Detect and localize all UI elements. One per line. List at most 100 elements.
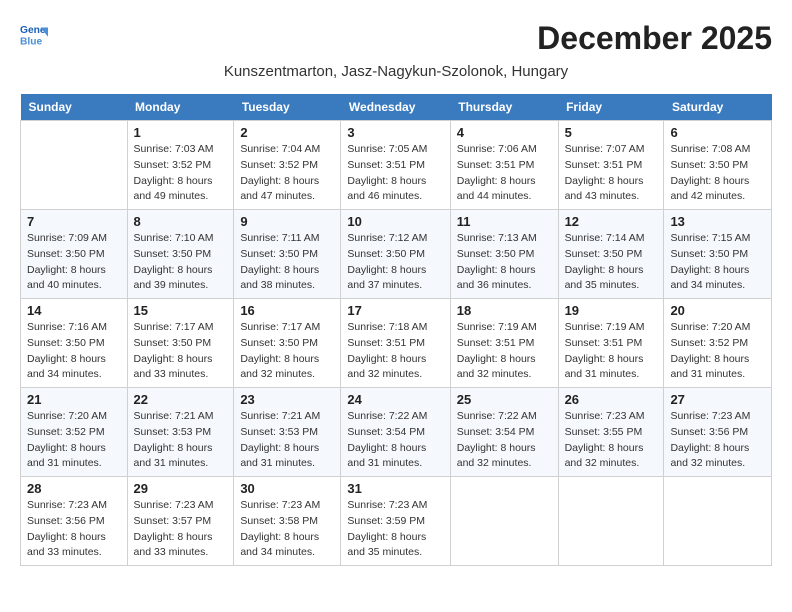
daylight-text-line2: and 49 minutes. <box>134 189 228 205</box>
day-info: Sunrise: 7:23 AMSunset: 3:58 PMDaylight:… <box>240 498 334 561</box>
sunset-text: Sunset: 3:54 PM <box>347 425 443 441</box>
sunset-text: Sunset: 3:53 PM <box>240 425 334 441</box>
daylight-text-line2: and 35 minutes. <box>565 278 658 294</box>
day-info: Sunrise: 7:20 AMSunset: 3:52 PMDaylight:… <box>670 320 765 383</box>
logo-icon: General Blue <box>20 20 48 48</box>
sunset-text: Sunset: 3:50 PM <box>240 247 334 263</box>
daylight-text-line1: Daylight: 8 hours <box>134 174 228 190</box>
daylight-text-line1: Daylight: 8 hours <box>134 441 228 457</box>
sunrise-text: Sunrise: 7:12 AM <box>347 231 443 247</box>
calendar-cell: 2Sunrise: 7:04 AMSunset: 3:52 PMDaylight… <box>234 121 341 210</box>
sunset-text: Sunset: 3:54 PM <box>457 425 552 441</box>
daylight-text-line2: and 31 minutes. <box>347 456 443 472</box>
weekday-header: Wednesday <box>341 94 450 121</box>
daylight-text-line2: and 42 minutes. <box>670 189 765 205</box>
daylight-text-line2: and 44 minutes. <box>457 189 552 205</box>
day-number: 15 <box>134 303 228 318</box>
sunrise-text: Sunrise: 7:23 AM <box>27 498 121 514</box>
daylight-text-line2: and 35 minutes. <box>347 545 443 561</box>
sunrise-text: Sunrise: 7:16 AM <box>27 320 121 336</box>
calendar-cell: 28Sunrise: 7:23 AMSunset: 3:56 PMDayligh… <box>21 477 128 566</box>
day-info: Sunrise: 7:22 AMSunset: 3:54 PMDaylight:… <box>347 409 443 472</box>
daylight-text-line2: and 34 minutes. <box>27 367 121 383</box>
calendar-cell: 1Sunrise: 7:03 AMSunset: 3:52 PMDaylight… <box>127 121 234 210</box>
sunset-text: Sunset: 3:51 PM <box>457 336 552 352</box>
daylight-text-line2: and 33 minutes. <box>134 367 228 383</box>
day-number: 26 <box>565 392 658 407</box>
sunset-text: Sunset: 3:51 PM <box>457 158 552 174</box>
sunrise-text: Sunrise: 7:19 AM <box>457 320 552 336</box>
day-info: Sunrise: 7:13 AMSunset: 3:50 PMDaylight:… <box>457 231 552 294</box>
sunset-text: Sunset: 3:56 PM <box>27 514 121 530</box>
calendar-cell <box>21 121 128 210</box>
sunrise-text: Sunrise: 7:21 AM <box>240 409 334 425</box>
calendar-cell <box>664 477 772 566</box>
calendar-table: SundayMondayTuesdayWednesdayThursdayFrid… <box>20 94 772 566</box>
calendar-cell: 14 Sunrise: 7:16 AMSunset: 3:50 PMDayligh… <box>21 299 128 388</box>
daylight-text-line1: Daylight: 8 hours <box>457 352 552 368</box>
daylight-text-line1: Daylight: 8 hours <box>565 352 658 368</box>
daylight-text-line2: and 43 minutes. <box>565 189 658 205</box>
daylight-text-line1: Daylight: 8 hours <box>27 530 121 546</box>
daylight-text-line1: Daylight: 8 hours <box>347 352 443 368</box>
day-number: 18 <box>457 303 552 318</box>
sunrise-text: Sunrise: 7:17 AM <box>240 320 334 336</box>
day-info: Sunrise: 7:14 AMSunset: 3:50 PMDaylight:… <box>565 231 658 294</box>
calendar-cell: 26Sunrise: 7:23 AMSunset: 3:55 PMDayligh… <box>558 388 664 477</box>
sunset-text: Sunset: 3:50 PM <box>670 247 765 263</box>
day-number: 2 <box>240 125 334 140</box>
calendar-cell <box>558 477 664 566</box>
daylight-text-line2: and 31 minutes. <box>670 367 765 383</box>
daylight-text-line2: and 31 minutes. <box>27 456 121 472</box>
daylight-text-line2: and 31 minutes. <box>134 456 228 472</box>
sunrise-text: Sunrise: 7:23 AM <box>565 409 658 425</box>
day-info: Sunrise: 7:22 AMSunset: 3:54 PMDaylight:… <box>457 409 552 472</box>
daylight-text-line1: Daylight: 8 hours <box>27 263 121 279</box>
calendar-cell: 6Sunrise: 7:08 AMSunset: 3:50 PMDaylight… <box>664 121 772 210</box>
sunrise-text: Sunrise: 7:23 AM <box>134 498 228 514</box>
calendar-cell: 21Sunrise: 7:20 AMSunset: 3:52 PMDayligh… <box>21 388 128 477</box>
daylight-text-line1: Daylight: 8 hours <box>134 263 228 279</box>
sunset-text: Sunset: 3:50 PM <box>347 247 443 263</box>
daylight-text-line2: and 38 minutes. <box>240 278 334 294</box>
daylight-text-line1: Daylight: 8 hours <box>565 263 658 279</box>
day-info: Sunrise: 7:07 AMSunset: 3:51 PMDaylight:… <box>565 142 658 205</box>
day-number: 13 <box>670 214 765 229</box>
day-number: 14 <box>27 303 121 318</box>
daylight-text-line1: Daylight: 8 hours <box>670 174 765 190</box>
daylight-text-line1: Daylight: 8 hours <box>240 352 334 368</box>
sunset-text: Sunset: 3:51 PM <box>347 336 443 352</box>
sunrise-text: Sunrise: 7:22 AM <box>457 409 552 425</box>
day-number: 20 <box>670 303 765 318</box>
daylight-text-line2: and 32 minutes. <box>347 367 443 383</box>
daylight-text-line1: Daylight: 8 hours <box>457 174 552 190</box>
sunrise-text: Sunrise: 7:07 AM <box>565 142 658 158</box>
sunset-text: Sunset: 3:55 PM <box>565 425 658 441</box>
sunrise-text: Sunrise: 7:10 AM <box>134 231 228 247</box>
sunrise-text: Sunrise: 7:14 AM <box>565 231 658 247</box>
daylight-text-line2: and 31 minutes. <box>565 367 658 383</box>
daylight-text-line1: Daylight: 8 hours <box>240 441 334 457</box>
calendar-cell: 25Sunrise: 7:22 AMSunset: 3:54 PMDayligh… <box>450 388 558 477</box>
daylight-text-line2: and 32 minutes. <box>670 456 765 472</box>
weekday-header: Saturday <box>664 94 772 121</box>
sunrise-text: Sunrise: 7:22 AM <box>347 409 443 425</box>
svg-text:Blue: Blue <box>20 36 43 47</box>
sunset-text: Sunset: 3:52 PM <box>670 336 765 352</box>
sunset-text: Sunset: 3:56 PM <box>670 425 765 441</box>
daylight-text-line1: Daylight: 8 hours <box>240 530 334 546</box>
sunrise-text: Sunrise: 7:23 AM <box>240 498 334 514</box>
daylight-text-line2: and 33 minutes. <box>134 545 228 561</box>
day-info: Sunrise: 7:16 AMSunset: 3:50 PMDaylight:… <box>27 320 121 383</box>
sunset-text: Sunset: 3:50 PM <box>240 336 334 352</box>
day-number: 23 <box>240 392 334 407</box>
sunset-text: Sunset: 3:52 PM <box>240 158 334 174</box>
daylight-text-line1: Daylight: 8 hours <box>670 441 765 457</box>
calendar-cell: 15Sunrise: 7:17 AMSunset: 3:50 PMDayligh… <box>127 299 234 388</box>
daylight-text-line1: Daylight: 8 hours <box>347 441 443 457</box>
calendar-cell: 9Sunrise: 7:11 AMSunset: 3:50 PMDaylight… <box>234 210 341 299</box>
daylight-text-line2: and 32 minutes. <box>457 456 552 472</box>
day-info: Sunrise: 7:09 AMSunset: 3:50 PMDaylight:… <box>27 231 121 294</box>
sunrise-text: Sunrise: 7:20 AM <box>670 320 765 336</box>
day-info: Sunrise: 7:03 AMSunset: 3:52 PMDaylight:… <box>134 142 228 205</box>
